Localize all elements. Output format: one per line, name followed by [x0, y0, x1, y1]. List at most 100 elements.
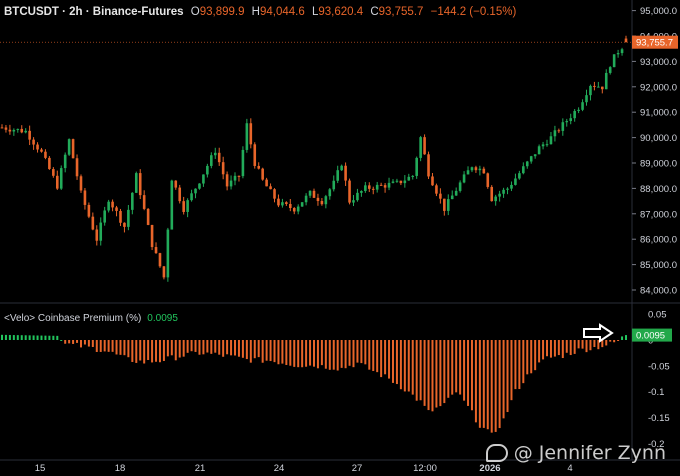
price-tick-label: 90,000.0 — [640, 133, 677, 144]
candle — [403, 180, 407, 184]
premium-bar — [249, 340, 252, 363]
premium-bar — [372, 340, 375, 372]
price-tick-label: 86,000.0 — [640, 235, 677, 246]
premium-bar — [470, 340, 473, 411]
candle — [415, 157, 418, 176]
premium-bar — [210, 340, 213, 354]
close-label: C — [370, 6, 379, 18]
candle — [624, 38, 628, 43]
premium-bar — [309, 340, 312, 366]
premium-bar — [72, 340, 75, 344]
candle — [221, 162, 225, 175]
premium-bar — [119, 340, 122, 355]
premium-bar — [87, 340, 90, 347]
candle — [166, 229, 170, 278]
premium-bar — [415, 340, 418, 401]
premium-bar — [581, 340, 584, 349]
premium-bar — [222, 340, 225, 357]
premium-bar — [313, 340, 315, 367]
premium-bar — [1, 334, 3, 340]
close-value: 93,755.7 — [378, 6, 424, 18]
candle — [111, 201, 114, 208]
candle — [458, 182, 462, 191]
premium-bar — [478, 340, 481, 428]
premium-bar — [348, 340, 351, 366]
time-tick-label: 15 — [35, 463, 46, 474]
candle — [91, 216, 95, 230]
premium-bar — [431, 340, 434, 412]
price-tick-label: 91,000.0 — [640, 108, 677, 119]
candle — [585, 95, 588, 103]
candle — [55, 175, 59, 189]
candle — [32, 139, 35, 145]
premium-bar — [403, 340, 406, 392]
premium-bar — [522, 340, 525, 384]
premium-bar — [486, 340, 489, 430]
premium-bar — [162, 340, 165, 361]
candle — [28, 130, 31, 140]
candle — [273, 189, 276, 199]
price-tick-label: 87,000.0 — [640, 209, 677, 220]
candle — [522, 166, 525, 174]
premium-tick-label: -0.15 — [648, 413, 670, 424]
candle — [379, 184, 383, 186]
candle — [506, 188, 509, 190]
premium-bar — [569, 340, 572, 356]
premium-bar — [186, 340, 189, 353]
premium-bar — [131, 340, 134, 362]
candle — [186, 200, 189, 212]
premium-bar — [593, 340, 596, 348]
premium-bar — [44, 335, 47, 340]
premium-bar — [48, 335, 51, 340]
premium-bar — [123, 340, 126, 356]
premium-bar — [64, 340, 67, 344]
premium-bar — [99, 340, 102, 352]
candle — [581, 102, 584, 110]
premium-bar — [368, 340, 371, 370]
candle — [285, 202, 288, 204]
premium-bar — [518, 340, 521, 390]
candle — [300, 202, 304, 207]
candle — [537, 146, 541, 155]
candle — [67, 139, 71, 155]
premium-bar — [230, 340, 233, 356]
premium-bar — [506, 340, 509, 413]
premium-bar — [344, 340, 347, 369]
candle — [383, 185, 387, 188]
premium-bar — [498, 340, 501, 429]
candle — [292, 207, 296, 212]
candle — [213, 152, 217, 156]
premium-bar — [139, 340, 142, 361]
candle — [443, 198, 446, 211]
candle — [344, 165, 347, 181]
premium-bar — [103, 340, 106, 352]
premium-bar — [423, 340, 426, 406]
candle — [518, 173, 521, 179]
premium-bar — [285, 340, 288, 365]
indicator-title: <Velo> Coinbase Premium (%) — [4, 313, 142, 324]
price-tick-label: 84,000.0 — [640, 286, 677, 297]
premium-bar — [301, 340, 304, 368]
premium-bar — [52, 335, 55, 340]
indicator-legend[interactable]: <Velo> Coinbase Premium (%) 0.0095 — [4, 313, 178, 324]
candle — [352, 200, 355, 203]
premium-bar — [202, 340, 205, 355]
candle — [95, 229, 99, 241]
candle — [399, 180, 403, 184]
premium-bar — [585, 340, 588, 353]
premium-bar — [388, 340, 391, 379]
premium-bar — [467, 340, 470, 406]
premium-bar — [530, 340, 533, 374]
candle — [103, 210, 106, 223]
candle — [249, 123, 253, 145]
candle — [146, 208, 150, 225]
premium-bar — [79, 340, 82, 348]
premium-bar — [143, 340, 146, 364]
premium-bar — [16, 335, 19, 340]
premium-bar — [538, 340, 541, 363]
candle — [557, 130, 561, 132]
price-tick-label: 85,000.0 — [640, 260, 677, 271]
candle — [304, 195, 308, 203]
candle — [20, 128, 24, 133]
candle — [466, 170, 470, 175]
